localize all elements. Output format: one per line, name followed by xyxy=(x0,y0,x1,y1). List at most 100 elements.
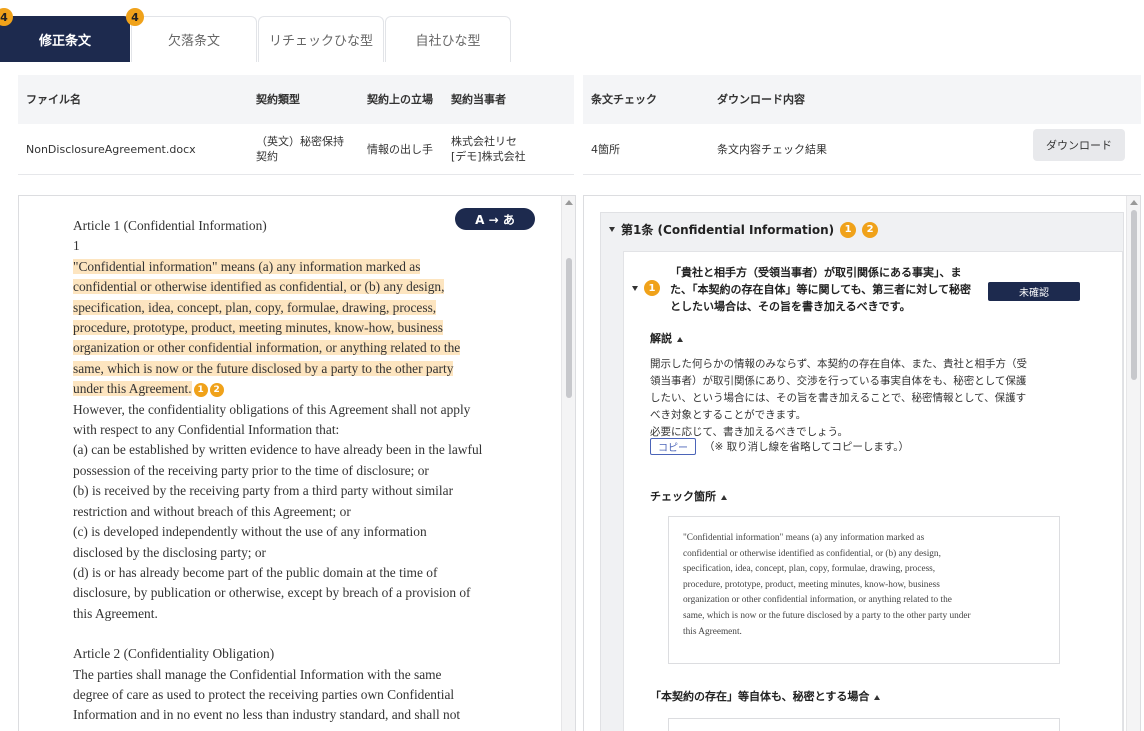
quote-line: organization or other confidential infor… xyxy=(683,595,952,606)
header-parties: 契約当事者 xyxy=(451,93,506,106)
document-line: However, the confidentiality obligations… xyxy=(73,401,471,417)
article-review-card: 第1条 (Confidential Information) 1 2 1 「貴社… xyxy=(600,212,1124,731)
second-section-toggle[interactable]: 「本契約の存在」等自体も、秘密とする場合 xyxy=(650,688,881,704)
article-review-header[interactable]: 第1条 (Confidential Information) 1 2 xyxy=(609,221,879,238)
issue-card: 1 「貴社と相手方（受領当事者）が取引関係にある事実」、ま た、「本契約の存在自… xyxy=(623,251,1123,731)
scrollbar-thumb[interactable] xyxy=(1131,210,1137,380)
check-location-toggle[interactable]: チェック箇所 xyxy=(650,488,727,504)
issue-ref-badge[interactable]: 2 xyxy=(209,383,224,398)
download-content-value: 条文内容チェック結果 xyxy=(717,142,827,156)
document-line: possession of the receiving party prior … xyxy=(73,462,429,478)
issue-text-line: 「貴社と相手方（受領当事者）が取引関係にある事実」、ま xyxy=(670,266,962,279)
quote-line: procedure, prototype, product, meeting m… xyxy=(683,579,940,590)
issue-number-badge: 1 xyxy=(644,280,660,296)
issue-text-line: た、「本契約の存在自体」等に関しても、第三者に対して秘密 xyxy=(670,283,971,296)
file-name-value: NonDisclosureAgreement.docx xyxy=(26,142,196,156)
party-line: 株式会社リセ xyxy=(451,135,517,148)
highlighted-clause-line[interactable]: confidential or otherwise identified as … xyxy=(73,279,445,295)
document-line: disclosed by the disclosing party; or xyxy=(73,544,267,560)
document-panel[interactable]: Article 1 (Confidential Information) 1 "… xyxy=(18,195,576,731)
article-title: Article 2 (Confidentiality Obligation) xyxy=(73,646,275,662)
file-info-row: NonDisclosureAgreement.docx （英文）秘密保持 契約 … xyxy=(18,124,574,175)
scroll-up-arrow-icon[interactable] xyxy=(565,200,573,205)
download-button[interactable]: ダウンロード xyxy=(1033,129,1125,161)
document-text: Article 1 (Confidential Information) 1 "… xyxy=(73,216,503,726)
translate-button[interactable]: A → あ xyxy=(455,208,535,230)
header-contract-type: 契約類型 xyxy=(256,93,300,106)
check-info-table: 条文チェック ダウンロード内容 4箇所 条文内容チェック結果 ダウンロード xyxy=(583,75,1141,175)
issue-text-line: としたい場合は、その旨を書き加えるべきです。 xyxy=(670,300,911,313)
article-review-title: 第1条 (Confidential Information) xyxy=(621,223,835,237)
contract-type-value: （英文）秘密保持 契約 xyxy=(248,134,359,164)
collapse-up-icon xyxy=(721,494,727,500)
explanation-text: 開示した何らかの情報のみならず、本契約の存在自体、また、貴社と相手方（受 領当事… xyxy=(650,356,1050,441)
explanation-line: 開示した何らかの情報のみならず、本契約の存在自体、また、貴社と相手方（受 xyxy=(650,358,1028,370)
issue-summary: 1 「貴社と相手方（受領当事者）が取引関係にある事実」、ま た、「本契約の存在自… xyxy=(632,262,1112,315)
collapse-arrow-icon[interactable] xyxy=(609,227,615,232)
tab-label: 修正条文 xyxy=(38,34,91,49)
file-info-header: ファイル名 契約類型 契約上の立場 契約当事者 xyxy=(18,75,574,124)
status-unconfirmed-button[interactable]: 未確認 xyxy=(988,282,1080,301)
copy-button[interactable]: コピー xyxy=(650,438,696,455)
app-window: 4 修正条文 4 欠落条文 リチェックひな型 自社ひな型 ファイル名 契約類型 … xyxy=(0,0,1144,731)
party-line: [デモ]株式会社 xyxy=(451,150,526,163)
highlighted-clause-line[interactable]: procedure, prototype, product, meeting m… xyxy=(73,320,443,336)
header-position: 契約上の立場 xyxy=(367,93,433,106)
issue-text: 「貴社と相手方（受領当事者）が取引関係にある事実」、ま た、「本契約の存在自体」… xyxy=(670,264,990,315)
document-scrollbar[interactable] xyxy=(561,196,575,731)
tab-count-badge: 4 xyxy=(0,8,13,26)
review-scrollbar[interactable] xyxy=(1126,196,1140,731)
tab-missing-clauses[interactable]: 4 欠落条文 xyxy=(126,8,257,62)
document-line: this Agreement. xyxy=(73,605,158,621)
highlighted-clause-line[interactable]: same, which is now or the future disclos… xyxy=(73,360,454,376)
scrollbar-thumb[interactable] xyxy=(566,258,572,398)
second-section-quote xyxy=(668,718,1060,731)
highlighted-clause-line[interactable]: specification, idea, concept, plan, copy… xyxy=(73,299,437,315)
contract-type-line: 契約 xyxy=(256,150,278,163)
position-value: 情報の出し手 xyxy=(367,142,433,156)
document-line: degree of care as used to protect the re… xyxy=(73,686,455,702)
explanation-line: したい、という場合には、その旨を書き加えることで、秘密情報として、保護す xyxy=(650,392,1027,404)
section-title: 「本契約の存在」等自体も、秘密とする場合 xyxy=(650,690,870,703)
check-location-quote: "Confidential information" means (a) any… xyxy=(668,516,1060,664)
review-panel[interactable]: 第1条 (Confidential Information) 1 2 1 「貴社… xyxy=(583,195,1141,731)
file-info-table: ファイル名 契約類型 契約上の立場 契約当事者 NonDisclosureAgr… xyxy=(18,75,574,175)
check-info-header: 条文チェック ダウンロード内容 xyxy=(583,75,1141,124)
collapse-up-icon xyxy=(874,694,881,700)
tab-label: リチェックひな型 xyxy=(268,34,373,49)
collapse-up-icon xyxy=(677,336,683,342)
article-title: Article 1 (Confidential Information) xyxy=(73,218,267,233)
issue-ref-badge[interactable]: 1 xyxy=(193,383,208,398)
header-file-name: ファイル名 xyxy=(26,93,81,106)
issue-count-badge[interactable]: 2 xyxy=(862,221,879,238)
issue-count-badge[interactable]: 1 xyxy=(840,221,857,238)
document-line: (a) can be established by written eviden… xyxy=(73,442,483,458)
explanation-toggle[interactable]: 解説 xyxy=(650,330,683,346)
quote-line: same, which is now or the future disclos… xyxy=(683,610,971,621)
clause-check-count: 4箇所 xyxy=(591,142,620,156)
tab-count-badge: 4 xyxy=(126,8,144,26)
highlighted-clause-line[interactable]: organization or other confidential infor… xyxy=(73,340,461,356)
header-download-content: ダウンロード内容 xyxy=(717,93,805,106)
tab-label: 欠落条文 xyxy=(167,34,220,49)
paragraph-number: 1 xyxy=(73,238,80,254)
document-line: (c) is developed independently without t… xyxy=(73,524,427,540)
highlighted-clause-line[interactable]: under this Agreement. xyxy=(73,381,192,397)
tab-recheck-template[interactable]: リチェックひな型 xyxy=(258,16,384,62)
tab-bar: 4 修正条文 4 欠落条文 リチェックひな型 自社ひな型 xyxy=(0,8,512,62)
copy-row: コピー （※ 取り消し線を省略してコピーします。） xyxy=(650,438,909,455)
explanation-line: べき対象とすることができます。 xyxy=(650,409,807,421)
document-line: restriction and without breach of this A… xyxy=(73,503,351,519)
highlighted-clause-line[interactable]: "Confidential information" means (a) any… xyxy=(73,258,421,274)
tab-revised-clauses[interactable]: 4 修正条文 xyxy=(0,8,130,62)
document-line: The parties shall manage the Confidentia… xyxy=(73,666,442,682)
issue-toggle[interactable]: 1 xyxy=(632,280,660,296)
section-title: チェック箇所 xyxy=(650,490,716,503)
scroll-up-arrow-icon[interactable] xyxy=(1130,200,1138,205)
tab-own-template[interactable]: 自社ひな型 xyxy=(385,16,511,62)
collapse-arrow-icon[interactable] xyxy=(632,285,638,291)
document-line: (d) is or has already become part of the… xyxy=(73,564,438,580)
tab-label: 自社ひな型 xyxy=(415,34,481,49)
quote-line: specification, idea, concept, plan, copy… xyxy=(683,564,936,575)
quote-line: this Agreement. xyxy=(683,626,742,637)
